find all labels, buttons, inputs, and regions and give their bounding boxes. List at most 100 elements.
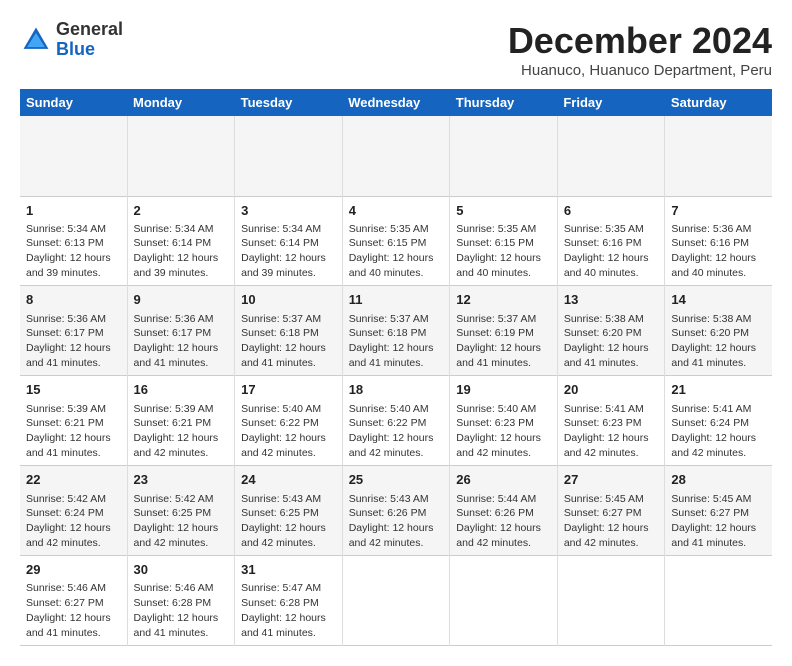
day-info: Sunrise: 5:35 AMSunset: 6:16 PMDaylight:… xyxy=(564,222,659,281)
day-info: Sunrise: 5:45 AMSunset: 6:27 PMDaylight:… xyxy=(564,492,659,551)
day-number: 7 xyxy=(671,202,766,220)
calendar-cell: 3 Sunrise: 5:34 AMSunset: 6:14 PMDaylight… xyxy=(235,196,343,286)
day-info: Sunrise: 5:37 AMSunset: 6:19 PMDaylight:… xyxy=(456,312,551,371)
month-title: December 2024 xyxy=(508,20,772,62)
calendar-cell: 2 Sunrise: 5:34 AMSunset: 6:14 PMDaylight… xyxy=(127,196,235,286)
day-info: Sunrise: 5:41 AMSunset: 6:24 PMDaylight:… xyxy=(671,402,766,461)
calendar-cell xyxy=(342,116,450,196)
logo: General Blue xyxy=(20,20,123,60)
calendar-cell: 5Sunrise: 5:35 AMSunset: 6:15 PMDaylight… xyxy=(450,196,558,286)
calendar-cell: 28 Sunrise: 5:45 AMSunset: 6:27 PMDayligh… xyxy=(665,466,772,556)
day-info: Sunrise: 5:40 AMSunset: 6:23 PMDaylight:… xyxy=(456,402,551,461)
day-number: 19 xyxy=(456,381,551,399)
calendar-cell: 25Sunrise: 5:43 AMSunset: 6:26 PMDayligh… xyxy=(342,466,450,556)
calendar-header-row: SundayMondayTuesdayWednesdayThursdayFrid… xyxy=(20,89,772,116)
day-number: 1 xyxy=(26,202,121,220)
day-info: Sunrise: 5:40 AMSunset: 6:22 PMDaylight:… xyxy=(349,402,444,461)
day-number: 10 xyxy=(241,291,336,309)
week-row-1 xyxy=(20,116,772,196)
day-info: Sunrise: 5:43 AMSunset: 6:25 PMDaylight:… xyxy=(241,492,336,551)
col-header-saturday: Saturday xyxy=(665,89,772,116)
day-info: Sunrise: 5:40 AMSunset: 6:22 PMDaylight:… xyxy=(241,402,336,461)
page-header: General Blue December 2024 Huanuco, Huan… xyxy=(20,20,772,79)
col-header-monday: Monday xyxy=(127,89,235,116)
day-info: Sunrise: 5:45 AMSunset: 6:27 PMDaylight:… xyxy=(671,492,766,551)
day-info: Sunrise: 5:41 AMSunset: 6:23 PMDaylight:… xyxy=(564,402,659,461)
calendar-cell: 31Sunrise: 5:47 AMSunset: 6:28 PMDayligh… xyxy=(235,556,343,646)
day-info: Sunrise: 5:34 AMSunset: 6:13 PMDaylight:… xyxy=(26,222,121,281)
day-info: Sunrise: 5:37 AMSunset: 6:18 PMDaylight:… xyxy=(349,312,444,371)
calendar-cell xyxy=(342,556,450,646)
week-row-5: 22 Sunrise: 5:42 AMSunset: 6:24 PMDayligh… xyxy=(20,466,772,556)
day-number: 3 xyxy=(241,202,336,220)
day-info: Sunrise: 5:37 AMSunset: 6:18 PMDaylight:… xyxy=(241,312,336,371)
day-number: 13 xyxy=(564,291,659,309)
day-number: 17 xyxy=(241,381,336,399)
week-row-6: 29 Sunrise: 5:46 AMSunset: 6:27 PMDayligh… xyxy=(20,556,772,646)
calendar-cell: 11 Sunrise: 5:37 AMSunset: 6:18 PMDayligh… xyxy=(342,286,450,376)
calendar-cell: 6Sunrise: 5:35 AMSunset: 6:16 PMDaylight… xyxy=(557,196,665,286)
calendar-cell: 27 Sunrise: 5:45 AMSunset: 6:27 PMDayligh… xyxy=(557,466,665,556)
calendar-cell: 22 Sunrise: 5:42 AMSunset: 6:24 PMDayligh… xyxy=(20,466,127,556)
day-info: Sunrise: 5:36 AMSunset: 6:16 PMDaylight:… xyxy=(671,222,766,281)
day-number: 29 xyxy=(26,561,121,579)
day-number: 12 xyxy=(456,291,551,309)
day-info: Sunrise: 5:39 AMSunset: 6:21 PMDaylight:… xyxy=(134,402,229,461)
day-number: 16 xyxy=(134,381,229,399)
col-header-tuesday: Tuesday xyxy=(235,89,343,116)
day-number: 5 xyxy=(456,202,551,220)
day-number: 20 xyxy=(564,381,659,399)
col-header-friday: Friday xyxy=(557,89,665,116)
calendar-cell: 23 Sunrise: 5:42 AMSunset: 6:25 PMDayligh… xyxy=(127,466,235,556)
calendar-cell: 29 Sunrise: 5:46 AMSunset: 6:27 PMDayligh… xyxy=(20,556,127,646)
day-info: Sunrise: 5:39 AMSunset: 6:21 PMDaylight:… xyxy=(26,402,121,461)
calendar-cell: 18Sunrise: 5:40 AMSunset: 6:22 PMDayligh… xyxy=(342,376,450,466)
day-info: Sunrise: 5:46 AMSunset: 6:27 PMDaylight:… xyxy=(26,581,121,640)
calendar-cell: 17 Sunrise: 5:40 AMSunset: 6:22 PMDayligh… xyxy=(235,376,343,466)
calendar-cell: 21Sunrise: 5:41 AMSunset: 6:24 PMDayligh… xyxy=(665,376,772,466)
day-number: 23 xyxy=(134,471,229,489)
day-info: Sunrise: 5:34 AMSunset: 6:14 PMDaylight:… xyxy=(241,222,336,281)
calendar-cell: 30Sunrise: 5:46 AMSunset: 6:28 PMDayligh… xyxy=(127,556,235,646)
day-number: 31 xyxy=(241,561,336,579)
day-number: 9 xyxy=(134,291,229,309)
calendar-cell: 15 Sunrise: 5:39 AMSunset: 6:21 PMDayligh… xyxy=(20,376,127,466)
calendar-cell: 9 Sunrise: 5:36 AMSunset: 6:17 PMDaylight… xyxy=(127,286,235,376)
calendar-cell: 4Sunrise: 5:35 AMSunset: 6:15 PMDaylight… xyxy=(342,196,450,286)
col-header-thursday: Thursday xyxy=(450,89,558,116)
day-info: Sunrise: 5:38 AMSunset: 6:20 PMDaylight:… xyxy=(564,312,659,371)
calendar-cell xyxy=(450,116,558,196)
day-info: Sunrise: 5:42 AMSunset: 6:24 PMDaylight:… xyxy=(26,492,121,551)
day-number: 22 xyxy=(26,471,121,489)
calendar-cell xyxy=(557,556,665,646)
calendar-cell: 1 Sunrise: 5:34 AMSunset: 6:13 PMDaylight… xyxy=(20,196,127,286)
day-info: Sunrise: 5:36 AMSunset: 6:17 PMDaylight:… xyxy=(26,312,121,371)
calendar-cell xyxy=(665,116,772,196)
day-info: Sunrise: 5:42 AMSunset: 6:25 PMDaylight:… xyxy=(134,492,229,551)
week-row-4: 15 Sunrise: 5:39 AMSunset: 6:21 PMDayligh… xyxy=(20,376,772,466)
day-number: 15 xyxy=(26,381,121,399)
day-number: 28 xyxy=(671,471,766,489)
day-number: 14 xyxy=(671,291,766,309)
day-number: 8 xyxy=(26,291,121,309)
calendar-cell xyxy=(665,556,772,646)
calendar-cell: 12 Sunrise: 5:37 AMSunset: 6:19 PMDayligh… xyxy=(450,286,558,376)
day-info: Sunrise: 5:46 AMSunset: 6:28 PMDaylight:… xyxy=(134,581,229,640)
calendar-cell: 24Sunrise: 5:43 AMSunset: 6:25 PMDayligh… xyxy=(235,466,343,556)
calendar-cell: 14Sunrise: 5:38 AMSunset: 6:20 PMDayligh… xyxy=(665,286,772,376)
day-number: 27 xyxy=(564,471,659,489)
calendar-cell xyxy=(235,116,343,196)
day-number: 4 xyxy=(349,202,444,220)
calendar-cell: 16 Sunrise: 5:39 AMSunset: 6:21 PMDayligh… xyxy=(127,376,235,466)
day-info: Sunrise: 5:34 AMSunset: 6:14 PMDaylight:… xyxy=(134,222,229,281)
day-info: Sunrise: 5:44 AMSunset: 6:26 PMDaylight:… xyxy=(456,492,551,551)
day-number: 2 xyxy=(134,202,229,220)
calendar-cell xyxy=(127,116,235,196)
week-row-2: 1 Sunrise: 5:34 AMSunset: 6:13 PMDaylight… xyxy=(20,196,772,286)
week-row-3: 8 Sunrise: 5:36 AMSunset: 6:17 PMDaylight… xyxy=(20,286,772,376)
calendar-cell xyxy=(450,556,558,646)
day-number: 11 xyxy=(349,291,444,309)
day-info: Sunrise: 5:36 AMSunset: 6:17 PMDaylight:… xyxy=(134,312,229,371)
logo-text: General Blue xyxy=(56,20,123,60)
day-number: 26 xyxy=(456,471,551,489)
